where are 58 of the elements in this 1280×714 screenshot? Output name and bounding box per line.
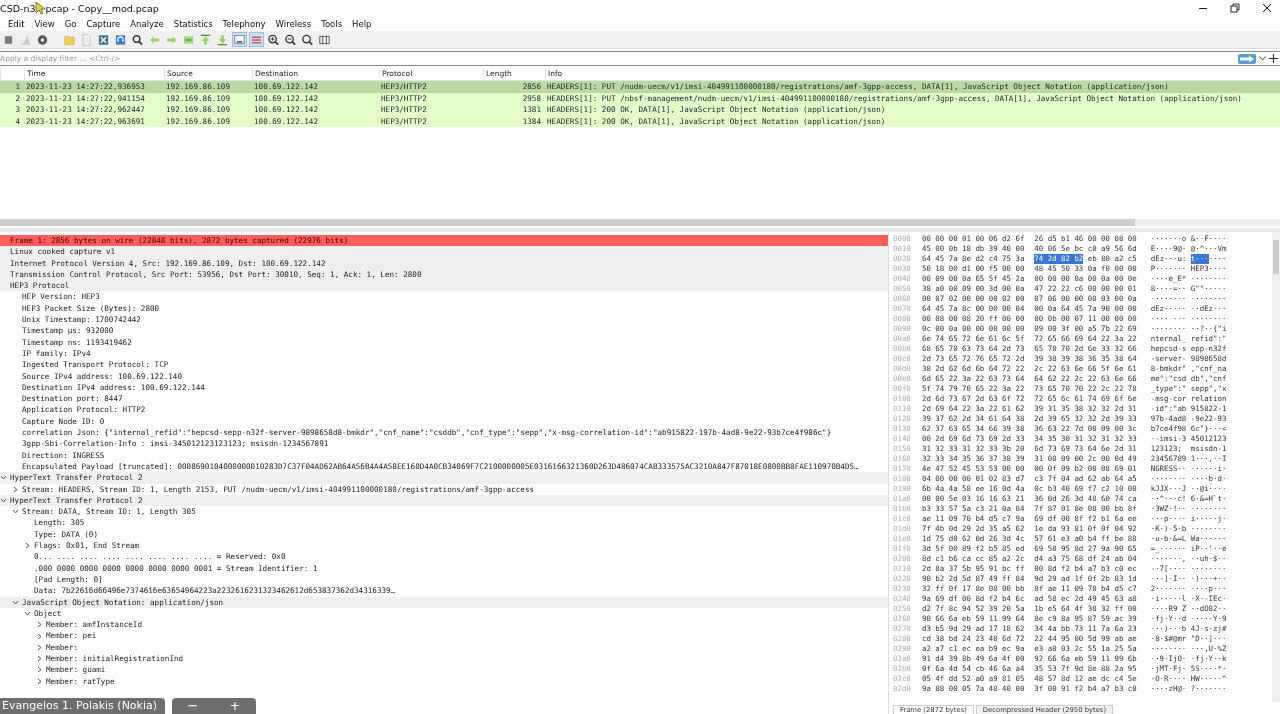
settings-button[interactable] <box>35 32 50 47</box>
chevron-right-icon[interactable] <box>24 542 31 550</box>
autoscroll-button[interactable] <box>232 32 247 47</box>
chevron-down-icon[interactable] <box>24 609 31 617</box>
close-file-button[interactable] <box>96 32 111 47</box>
chevron-right-icon[interactable] <box>12 485 19 493</box>
close-file-icon <box>97 32 110 47</box>
participant-name: Evangelos 1. Polakis (Nokia) <box>0 698 166 714</box>
menu-item[interactable]: Edit <box>8 18 25 29</box>
chevron-right-icon[interactable] <box>36 632 43 640</box>
zoom-out-icon <box>284 32 297 47</box>
search-icon <box>131 32 144 47</box>
zoom-button[interactable]: − <box>183 699 203 713</box>
chevron-right-icon[interactable] <box>36 666 43 674</box>
menu-item[interactable]: View <box>34 18 55 29</box>
apply-filter-button[interactable] <box>1238 53 1256 64</box>
plus-icon[interactable] <box>1269 54 1278 63</box>
zoom-in-button[interactable] <box>266 32 281 47</box>
mouse-pointer-icon <box>35 1 46 15</box>
window-title: CSD-n3 <box>0 2 36 14</box>
packet-row[interactable] <box>0 81 1280 93</box>
menu-item[interactable]: Tools <box>321 18 343 29</box>
chevron-right-icon[interactable] <box>36 643 43 651</box>
menu-item[interactable]: Statistics <box>173 18 213 29</box>
autoscroll-icon <box>233 32 246 47</box>
search-button[interactable] <box>130 32 145 47</box>
zoom-button[interactable]: + <box>225 699 245 713</box>
menu-item[interactable]: Analyze <box>130 18 164 29</box>
window-title: pcap - Copy__mod.pcap <box>45 2 159 14</box>
chevron-right-icon[interactable] <box>36 655 43 663</box>
last-packet-icon <box>216 32 229 47</box>
menu-item[interactable]: Wireless <box>275 18 312 29</box>
chevron-right-icon[interactable] <box>36 677 43 685</box>
menu-item[interactable]: Help <box>352 18 372 29</box>
reload-icon <box>114 32 127 47</box>
menu-item[interactable]: Telephony <box>222 18 266 29</box>
close-icon[interactable] <box>1262 3 1272 13</box>
menu-item[interactable]: Go <box>64 18 77 29</box>
zoom-reset-icon <box>301 32 314 47</box>
menu-item[interactable]: Capture <box>86 18 121 29</box>
last-packet-button[interactable] <box>215 32 230 47</box>
chevron-down-icon[interactable] <box>0 474 7 482</box>
horizontal-scrollbar[interactable] <box>0 219 1280 226</box>
chevron-down-icon[interactable] <box>0 496 7 504</box>
reload-button[interactable] <box>113 32 128 47</box>
chevron-down-icon[interactable] <box>12 508 19 516</box>
first-packet-button[interactable] <box>198 32 213 47</box>
zoom-reset-button[interactable] <box>300 32 315 47</box>
restore-icon[interactable] <box>1230 3 1240 13</box>
dropdown-caret-icon[interactable] <box>1259 56 1266 61</box>
chevron-right-icon[interactable] <box>36 621 43 629</box>
zoom-out-button[interactable] <box>283 32 298 47</box>
zoom-in-icon <box>267 32 280 47</box>
colorize-button[interactable] <box>249 32 264 47</box>
vertical-scrollbar[interactable] <box>1272 232 1280 702</box>
right-arrow-icon <box>1239 54 1255 63</box>
first-packet-icon <box>199 32 212 47</box>
chevron-down-icon[interactable] <box>12 598 19 606</box>
